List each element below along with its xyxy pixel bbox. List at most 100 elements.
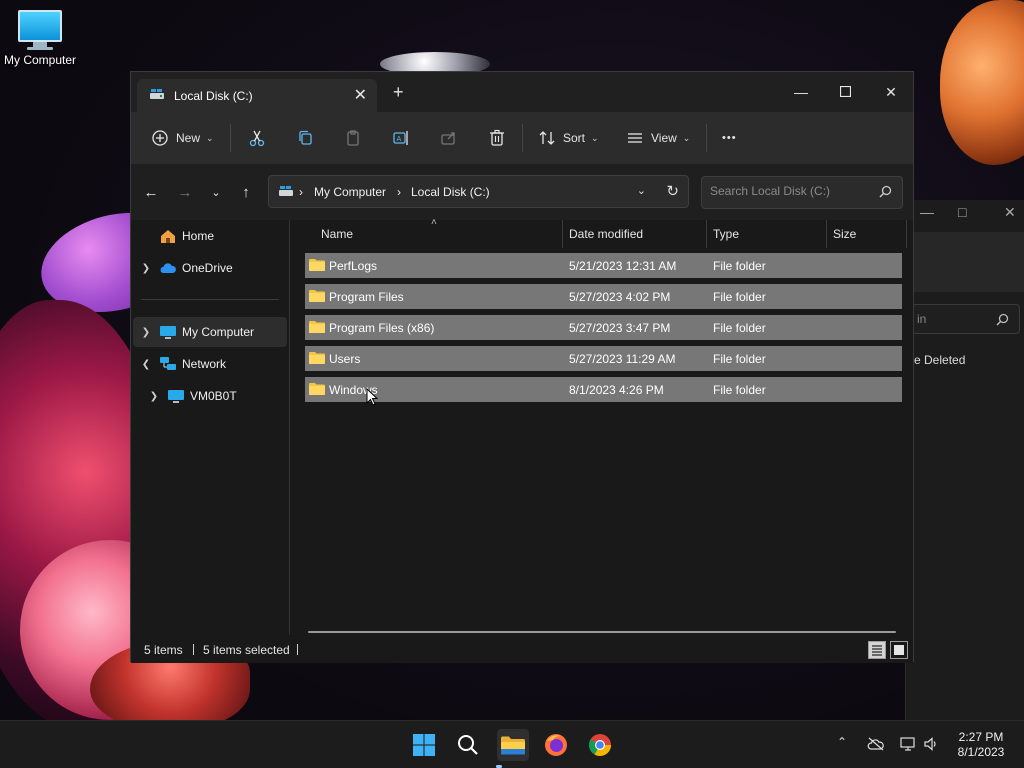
show-hidden-icons-chevron-icon[interactable]: ⌃: [837, 735, 847, 749]
table-row[interactable]: Users 5/27/2023 11:29 AM File folder: [305, 346, 902, 371]
sidebar-item-label: VM0B0T: [190, 389, 237, 403]
breadcrumb-separator: ›: [397, 185, 401, 199]
volume-icon[interactable]: [923, 736, 939, 752]
tiles-view-button[interactable]: [890, 641, 908, 659]
pane-splitter[interactable]: [289, 220, 290, 635]
column-header-size[interactable]: Size: [833, 220, 856, 248]
clipboard-icon: [347, 130, 359, 146]
close-icon[interactable]: ✕: [1004, 204, 1016, 221]
folder-icon: [309, 259, 325, 271]
table-row[interactable]: Program Files 5/27/2023 4:02 PM File fol…: [305, 284, 902, 309]
table-row[interactable]: Windows 8/1/2023 4:26 PM File folder: [305, 377, 902, 402]
new-tab-icon[interactable]: +: [393, 83, 404, 101]
item-count: 5 items: [144, 643, 183, 657]
windows-logo-icon: [413, 734, 435, 756]
chevron-right-icon[interactable]: ❯: [133, 263, 159, 274]
table-row[interactable]: Program Files (x86) 5/27/2023 3:47 PM Fi…: [305, 315, 902, 340]
system-clock[interactable]: 2:27 PM 8/1/2023: [950, 730, 1012, 760]
close-tab-icon[interactable]: ✕: [354, 85, 367, 105]
cloud-offline-icon[interactable]: [867, 737, 885, 751]
address-bar[interactable]: › My Computer › Local Disk (C:) ⌄ ↻: [268, 175, 689, 208]
more-options-button[interactable]: •••: [722, 126, 737, 150]
sidebar-item-my-computer[interactable]: ❯ My Computer: [133, 317, 287, 347]
back-arrow-icon[interactable]: ←: [140, 181, 162, 203]
search-icon[interactable]: [879, 185, 892, 198]
chevron-down-icon[interactable]: ❮: [133, 359, 159, 370]
column-divider[interactable]: [706, 220, 707, 248]
sidebar-item-label: OneDrive: [182, 261, 233, 275]
chevron-right-icon[interactable]: ❯: [141, 391, 167, 402]
new-button[interactable]: New ⌄: [150, 126, 214, 150]
minimize-icon[interactable]: —: [779, 78, 823, 106]
search-box[interactable]: [701, 176, 903, 209]
drive-icon: [150, 89, 164, 99]
share-button[interactable]: [439, 126, 459, 150]
network-monitor-icon[interactable]: [900, 736, 916, 752]
taskbar-firefox[interactable]: [540, 729, 572, 761]
address-history-chevron-icon[interactable]: ⌄: [637, 184, 646, 197]
network-icon: [160, 357, 176, 370]
details-view-icon: [872, 645, 882, 656]
minimize-icon[interactable]: —: [920, 204, 934, 220]
delete-button[interactable]: [487, 126, 507, 150]
svg-text:A: A: [397, 135, 402, 143]
title-bar[interactable]: Local Disk (C:) ✕ + — ✕: [131, 72, 913, 112]
file-type: File folder: [713, 290, 766, 304]
sidebar-item-onedrive[interactable]: ❯ OneDrive: [133, 253, 287, 283]
background-window-text: e Deleted: [914, 353, 966, 367]
sidebar-item-network[interactable]: ❮ Network: [133, 349, 287, 379]
start-button[interactable]: [408, 729, 440, 761]
column-divider[interactable]: [826, 220, 827, 248]
search-input[interactable]: [710, 184, 870, 198]
cloud-icon: [160, 263, 176, 273]
desktop-icon-my-computer[interactable]: My Computer: [2, 8, 78, 67]
close-window-icon[interactable]: ✕: [869, 78, 913, 106]
tiles-view-icon: [894, 645, 904, 655]
maximize-icon[interactable]: □: [958, 204, 966, 220]
tab-local-disk[interactable]: Local Disk (C:) ✕: [137, 79, 377, 112]
background-window-toolbar: [906, 232, 1024, 292]
column-header-type[interactable]: Type: [713, 220, 739, 248]
background-window-search-placeholder: in: [917, 312, 927, 326]
breadcrumb-local-disk[interactable]: Local Disk (C:): [411, 185, 490, 199]
column-header-name[interactable]: Name: [321, 220, 353, 248]
up-arrow-icon[interactable]: ↑: [235, 181, 257, 203]
search-button[interactable]: [452, 729, 484, 761]
view-button[interactable]: View ⌄: [625, 126, 690, 150]
copy-button[interactable]: [295, 126, 315, 150]
status-divider: [297, 644, 298, 655]
navigation-pane: Home ❯ OneDrive ❯ My Computer ❮ Network …: [131, 220, 289, 635]
share-icon: [441, 132, 455, 145]
table-row[interactable]: PerfLogs 5/21/2023 12:31 AM File folder: [305, 253, 902, 278]
chrome-icon: [589, 734, 611, 756]
horizontal-scrollbar[interactable]: [308, 631, 896, 633]
chevron-right-icon[interactable]: ❯: [133, 327, 159, 338]
sidebar-item-home[interactable]: Home: [133, 221, 287, 251]
background-window[interactable]: — □ ✕ in e Deleted: [905, 200, 1024, 720]
background-window-search[interactable]: in: [906, 304, 1020, 334]
forward-arrow-icon[interactable]: →: [174, 181, 196, 203]
file-name: PerfLogs: [329, 259, 378, 273]
taskbar-file-explorer[interactable]: [497, 729, 529, 761]
breadcrumb-my-computer[interactable]: My Computer: [314, 185, 386, 199]
clock-date: 8/1/2023: [957, 745, 1005, 759]
sort-button[interactable]: Sort ⌄: [537, 126, 599, 150]
column-divider[interactable]: [562, 220, 563, 248]
taskbar-chrome[interactable]: [584, 729, 616, 761]
rename-button[interactable]: A: [391, 126, 411, 150]
file-explorer-window[interactable]: Local Disk (C:) ✕ + — ✕ New ⌄ A Sort ⌄ V…: [130, 71, 914, 663]
file-list: ˄ Name Date modified Type Size PerfLogs …: [291, 217, 911, 635]
maximize-icon[interactable]: [823, 78, 867, 106]
status-bar: 5 items 5 items selected: [131, 635, 913, 663]
details-view-button[interactable]: [868, 641, 886, 659]
column-divider[interactable]: [906, 220, 907, 248]
sidebar-item-vm0b0t[interactable]: ❯ VM0B0T: [141, 381, 295, 411]
status-divider: [193, 644, 194, 655]
refresh-icon[interactable]: ↻: [666, 182, 679, 200]
toolbar-divider: [230, 124, 231, 152]
paste-button[interactable]: [343, 126, 363, 150]
column-header-date-modified[interactable]: Date modified: [569, 220, 643, 248]
cut-button[interactable]: [247, 126, 267, 150]
recent-locations-chevron-icon[interactable]: ⌄: [205, 181, 227, 203]
sort-icon: [539, 131, 555, 145]
